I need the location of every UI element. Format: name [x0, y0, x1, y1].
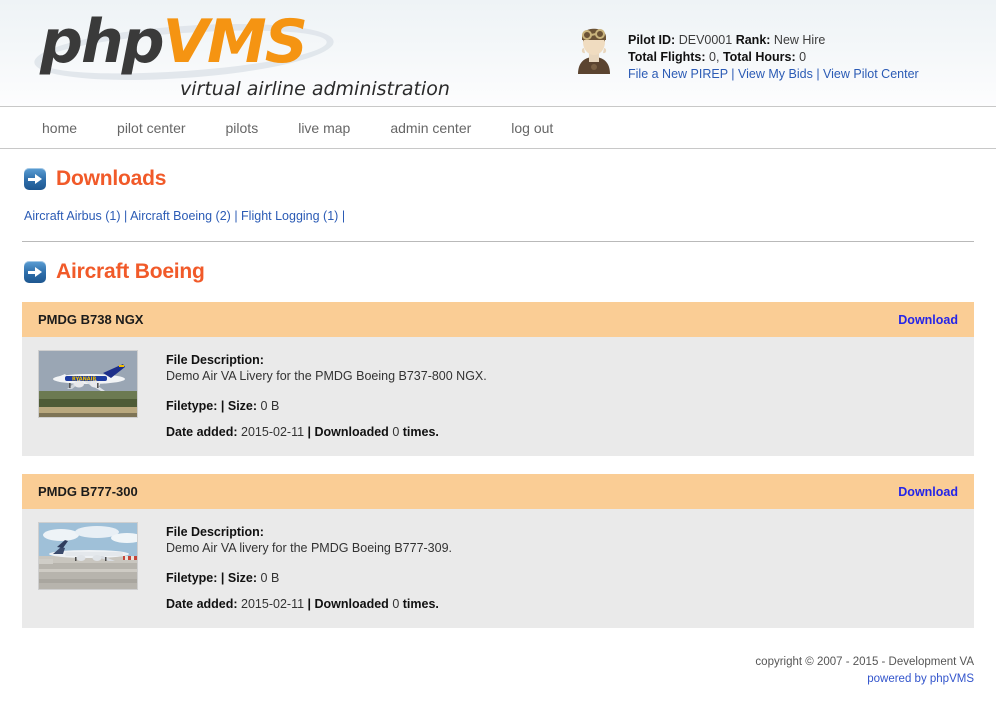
- size-label: Size:: [227, 399, 258, 413]
- nav-item-live-map[interactable]: live map: [278, 107, 370, 149]
- ryanair-b737-landing-thumbnail[interactable]: RYANAIR: [38, 350, 138, 418]
- category-separator: |: [234, 209, 238, 223]
- site-header: phpVMS virtual airline administration Pi…: [0, 0, 996, 107]
- nav-item-pilots[interactable]: pilots: [206, 107, 279, 149]
- pilot-summary: Pilot ID: DEV0001 Rank: New Hire Total F…: [572, 22, 919, 83]
- date-downloads-line: Date added: 2015-02-11 | Downloaded 0 ti…: [166, 424, 487, 440]
- download-item-body: File Description: Demo Air VA livery for…: [22, 509, 974, 628]
- pilot-rank-value: New Hire: [773, 33, 826, 47]
- nav-item-admin-center[interactable]: admin center: [370, 107, 491, 149]
- pipe-separator: |: [307, 425, 312, 439]
- main-navigation: home pilot center pilots live map admin …: [0, 107, 996, 149]
- total-hours-label: Total Hours:: [722, 50, 796, 64]
- downloaded-count: 0: [392, 425, 400, 439]
- link-separator: |: [731, 67, 735, 81]
- downloaded-label: Downloaded: [314, 597, 389, 611]
- page-root: phpVMS virtual airline administration Pi…: [0, 0, 996, 726]
- blue-arrow-icon: [24, 168, 46, 190]
- pilot-avatar-icon: [572, 22, 616, 74]
- copyright-text: copyright © 2007 - 2015 - Development VA: [755, 656, 974, 668]
- logo-php-text: php: [40, 7, 165, 77]
- page-title: Downloads: [56, 167, 167, 190]
- download-button[interactable]: Download: [898, 313, 958, 327]
- download-item-header: PMDG B738 NGX Download: [22, 302, 974, 337]
- category-separator: |: [341, 209, 346, 223]
- download-item-meta: File Description: Demo Air VA livery for…: [166, 522, 452, 612]
- download-item-header: PMDG B777-300 Download: [22, 474, 974, 509]
- total-hours-value: 0: [799, 50, 807, 64]
- file-description-label: File Description:: [166, 525, 264, 539]
- total-flights-value: 0,: [709, 50, 720, 64]
- download-item-title: PMDG B738 NGX: [38, 312, 144, 327]
- pilot-id-line: Pilot ID: DEV0001 Rank: New Hire: [628, 32, 919, 49]
- download-item-body: RYANAIR File Description: Demo Air VA Li…: [22, 337, 974, 456]
- times-label: times.: [402, 425, 439, 439]
- total-flights-label: Total Flights:: [628, 50, 706, 64]
- date-added-value: 2015-02-11: [241, 597, 305, 611]
- nav-item-log-out[interactable]: log out: [491, 107, 573, 149]
- download-item-title: PMDG B777-300: [38, 484, 138, 499]
- view-pilot-center-link[interactable]: View Pilot Center: [823, 67, 919, 81]
- times-label: times.: [402, 597, 439, 611]
- blue-arrow-icon: [24, 261, 46, 283]
- category-separator: |: [124, 209, 128, 223]
- category-link-aircraft-airbus[interactable]: Aircraft Airbus (1): [24, 209, 121, 223]
- pilot-id-value: DEV0001: [678, 33, 733, 47]
- downloaded-count: 0: [392, 597, 400, 611]
- nav-item-home[interactable]: home: [22, 107, 97, 149]
- nav-item-pilot-center[interactable]: pilot center: [97, 107, 205, 149]
- pilot-quick-links: File a New PIREP | View My Bids | View P…: [628, 66, 919, 83]
- site-footer: copyright © 2007 - 2015 - Development VA…: [755, 654, 974, 688]
- download-category-links: Aircraft Airbus (1) | Aircraft Boeing (2…: [24, 207, 974, 225]
- main-content: Downloads Aircraft Airbus (1) | Aircraft…: [0, 167, 996, 628]
- filetype-label: Filetype:: [166, 571, 218, 585]
- file-description-text: Demo Air VA livery for the PMDG Boeing B…: [166, 541, 453, 555]
- category-link-aircraft-boeing[interactable]: Aircraft Boeing (2): [130, 209, 231, 223]
- pipe-separator: |: [220, 399, 225, 413]
- filetype-size-line: Filetype: | Size: 0 B: [166, 398, 487, 414]
- download-item: PMDG B738 NGX Download RYANAIR File Desc…: [22, 302, 974, 456]
- pilot-stats-line: Total Flights: 0, Total Hours: 0: [628, 49, 919, 66]
- pilot-id-label: Pilot ID:: [628, 33, 676, 47]
- download-item: PMDG B777-300 Download File Description:…: [22, 474, 974, 628]
- powered-by-phpvms-link[interactable]: powered by phpVMS: [867, 673, 974, 685]
- section-title-row: Aircraft Boeing: [24, 260, 974, 284]
- date-added-value: 2015-02-11: [241, 425, 305, 439]
- download-button[interactable]: Download: [898, 485, 958, 499]
- pilot-rank-label: Rank:: [735, 33, 771, 47]
- file-description-label: File Description:: [166, 353, 264, 367]
- pipe-separator: |: [307, 597, 312, 611]
- filetype-size-line: Filetype: | Size: 0 B: [166, 570, 452, 586]
- page-title-row: Downloads: [24, 167, 974, 191]
- svg-text:RYANAIR: RYANAIR: [72, 377, 97, 383]
- logo-text: phpVMS: [40, 12, 308, 72]
- size-label: Size:: [227, 571, 258, 585]
- size-value: 0 B: [260, 399, 280, 413]
- view-my-bids-link[interactable]: View My Bids: [738, 67, 813, 81]
- size-value: 0 B: [260, 571, 280, 585]
- category-link-flight-logging[interactable]: Flight Logging (1): [241, 209, 338, 223]
- date-added-label: Date added:: [166, 597, 238, 611]
- link-separator: |: [816, 67, 820, 81]
- section-divider: [22, 241, 974, 242]
- download-item-meta: File Description: Demo Air VA Livery for…: [166, 350, 487, 440]
- b777-on-ramp-thumbnail[interactable]: [38, 522, 138, 590]
- date-downloads-line: Date added: 2015-02-11 | Downloaded 0 ti…: [166, 596, 452, 612]
- filetype-label: Filetype:: [166, 399, 218, 413]
- logo-vms-text: VMS: [162, 7, 308, 77]
- pilot-info-block: Pilot ID: DEV0001 Rank: New Hire Total F…: [628, 22, 919, 83]
- downloaded-label: Downloaded: [314, 425, 389, 439]
- section-title: Aircraft Boeing: [56, 260, 205, 283]
- pipe-separator: |: [220, 571, 225, 585]
- file-description-text: Demo Air VA Livery for the PMDG Boeing B…: [166, 369, 487, 383]
- date-added-label: Date added:: [166, 425, 238, 439]
- logo-tagline: virtual airline administration: [180, 78, 450, 100]
- file-new-pirep-link[interactable]: File a New PIREP: [628, 67, 728, 81]
- site-logo[interactable]: phpVMS virtual airline administration: [28, 8, 450, 100]
